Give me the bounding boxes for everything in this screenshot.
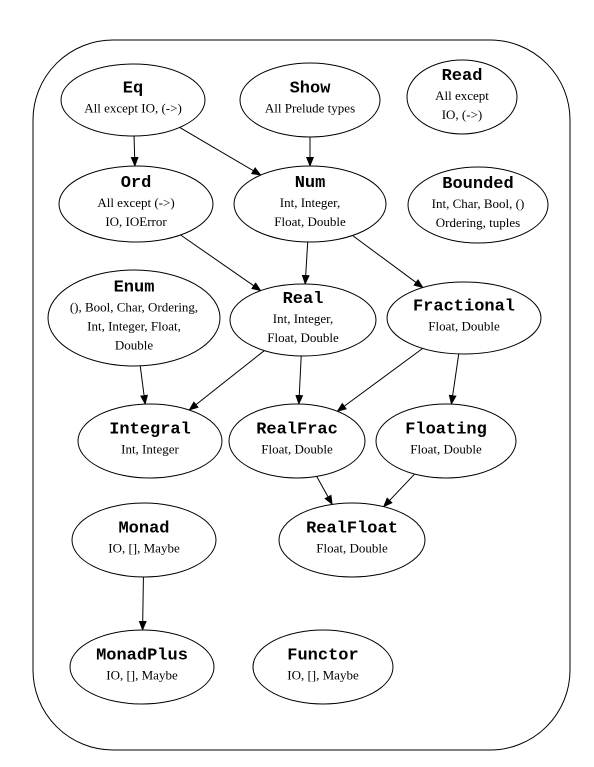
- node-ord: Ord All except (->) IO, IOError: [58, 165, 214, 243]
- edge-fractional-to-floating: [448, 353, 460, 406]
- node-num: Num Int, Integer, Float, Double: [233, 165, 387, 243]
- node-floating: Floating Float, Double: [375, 403, 517, 479]
- edge-ord-to-real: [180, 234, 262, 292]
- node-title: Functor: [287, 647, 358, 666]
- node-monadplus: MonadPlus IO, [], Maybe: [69, 629, 215, 705]
- node-instances: Int, Integer,: [273, 311, 333, 326]
- edge-real-to-realfrac: [295, 355, 304, 406]
- node-title: RealFloat: [306, 520, 398, 539]
- node-title: Fractional: [413, 298, 515, 317]
- edge-num-to-fractional: [352, 235, 424, 289]
- node-instances: Float, Double: [274, 214, 346, 229]
- node-title: Show: [290, 80, 332, 99]
- edge-fractional-to-realfrac: [336, 347, 424, 412]
- edge-num-to-real: [301, 241, 310, 286]
- node-title: MonadPlus: [96, 647, 188, 666]
- edge-eq-to-ord: [130, 135, 139, 168]
- node-instances: IO, (->): [442, 107, 483, 122]
- edge-monad-to-monadplus: [138, 576, 147, 632]
- edge-enum-to-integral: [139, 365, 149, 406]
- node-title: RealFrac: [256, 421, 338, 440]
- node-integral: Integral Int, Integer: [77, 403, 223, 479]
- node-instances: All except (->): [97, 195, 174, 210]
- node-eq: Eq All except IO, (->): [60, 63, 206, 137]
- node-title: Enum: [114, 279, 155, 298]
- node-instances: Float, Double: [316, 541, 388, 556]
- edge-eq-to-num: [179, 126, 262, 176]
- node-title: Monad: [118, 520, 169, 539]
- node-title: Integral: [109, 421, 191, 440]
- node-instances: IO, [], Maybe: [108, 541, 180, 556]
- node-instances: Float, Double: [428, 319, 500, 334]
- node-instances: All except: [435, 88, 489, 103]
- node-instances: Double: [115, 338, 154, 353]
- node-read: Read All except IO, (->): [406, 59, 518, 135]
- node-title: Read: [442, 67, 483, 86]
- node-fractional: Fractional Float, Double: [386, 281, 542, 355]
- edge-realfrac-to-realfloat: [316, 476, 333, 506]
- node-instances: (), Bool, Char, Ordering,: [70, 300, 198, 315]
- node-title: Ord: [121, 174, 152, 193]
- node-instances: All except IO, (->): [84, 101, 182, 116]
- node-title: Eq: [123, 80, 143, 99]
- node-instances: Int, Integer, Float,: [87, 319, 181, 334]
- edge-floating-to-realfloat: [382, 473, 415, 508]
- node-instances: Int, Char, Bool, (): [432, 196, 525, 211]
- node-title: Real: [283, 290, 324, 309]
- node-title: Floating: [405, 421, 487, 440]
- node-realfloat: RealFloat Float, Double: [278, 502, 426, 578]
- node-instances: IO, [], Maybe: [287, 668, 359, 683]
- node-enum: Enum (), Bool, Char, Ordering, Int, Intege…: [47, 269, 221, 367]
- node-bounded: Bounded Int, Char, Bool, () Ordering, tupl…: [407, 166, 549, 244]
- node-real: Real Int, Integer, Float, Double: [229, 283, 377, 357]
- node-instances: IO, IOError: [105, 214, 167, 229]
- edge-real-to-integral: [188, 350, 265, 411]
- node-instances: IO, [], Maybe: [106, 668, 178, 683]
- node-instances: Float, Double: [267, 330, 339, 345]
- node-instances: Int, Integer,: [280, 195, 340, 210]
- node-instances: Float, Double: [410, 442, 482, 457]
- node-title: Bounded: [442, 175, 513, 194]
- class-hierarchy-diagram: Eq All except IO, (->) Show All Prelude typ…: [32, 39, 571, 751]
- node-instances: Ordering, tuples: [436, 215, 520, 230]
- node-instances: All Prelude types: [265, 101, 355, 116]
- node-functor: Functor IO, [], Maybe: [252, 629, 394, 705]
- node-show: Show All Prelude types: [239, 62, 381, 138]
- node-realfrac: RealFrac Float, Double: [228, 403, 366, 479]
- node-title: Num: [295, 174, 326, 193]
- node-monad: Monad IO, [], Maybe: [71, 502, 217, 578]
- node-instances: Int, Integer: [121, 442, 179, 457]
- node-instances: Float, Double: [261, 442, 333, 457]
